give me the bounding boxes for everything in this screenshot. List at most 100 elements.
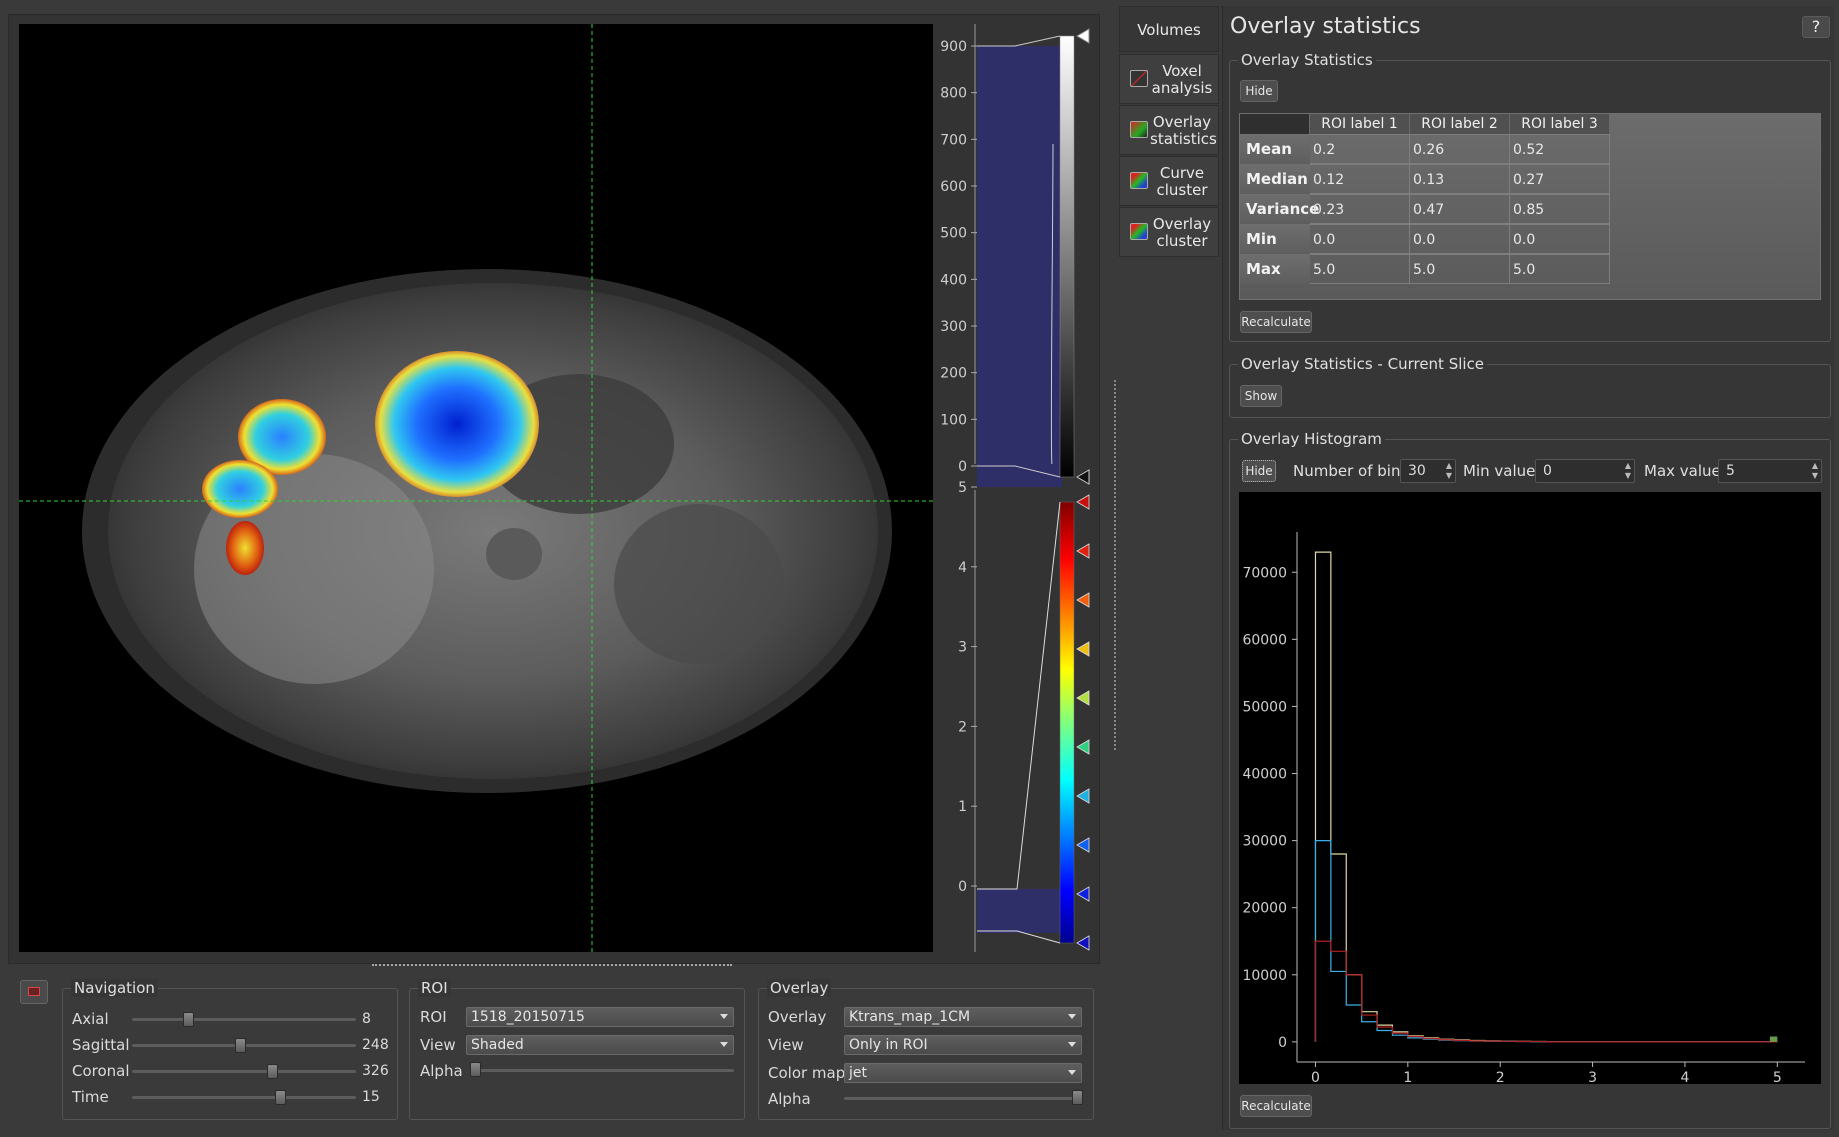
table-cell[interactable]: 0.27 bbox=[1510, 164, 1610, 194]
y-tick-label: 50000 bbox=[1242, 699, 1287, 715]
overlay-tick-label: 2 bbox=[958, 719, 967, 735]
spin-arrows-icon[interactable]: ▲ ▼ bbox=[1812, 461, 1818, 481]
x-tick-label: 3 bbox=[1588, 1070, 1597, 1084]
tab-overlay-statistics[interactable]: Overlay statistics bbox=[1119, 105, 1219, 155]
histogram-chart[interactable]: 0 10000 20000 30000 40000 50000 60000 70000 0 1 2 3… bbox=[1239, 492, 1821, 1086]
column-header-3[interactable]: ROI label 3 bbox=[1510, 114, 1610, 134]
mri-slice-image[interactable] bbox=[19, 24, 933, 952]
colormap-handle bbox=[1076, 886, 1090, 902]
table-cell[interactable]: 5.0 bbox=[1510, 254, 1610, 284]
table-cell[interactable]: 5.0 bbox=[1410, 254, 1510, 284]
table-cell[interactable]: 0.0 bbox=[1410, 224, 1510, 254]
tab-overlay-cluster[interactable]: Overlay cluster bbox=[1119, 207, 1219, 257]
x-tick-label: 0 bbox=[1311, 1070, 1320, 1084]
colormap-select[interactable]: jet bbox=[844, 1063, 1082, 1083]
colormap-handle bbox=[1076, 592, 1090, 608]
splitter-handle-horizontal[interactable] bbox=[372, 964, 732, 966]
table-cell[interactable]: 5.0 bbox=[1310, 254, 1410, 284]
nav-slider-handle[interactable] bbox=[234, 1038, 246, 1053]
column-header-2[interactable]: ROI label 2 bbox=[1410, 114, 1510, 134]
tab-voxel-analysis[interactable]: Voxel analysis bbox=[1119, 54, 1219, 104]
table-cell[interactable]: 0.2 bbox=[1310, 134, 1410, 164]
view-options-button[interactable] bbox=[20, 980, 48, 1004]
roi-view-select[interactable]: Shaded bbox=[466, 1035, 734, 1055]
volume-tick-label: 200 bbox=[940, 366, 967, 382]
nav-slider-handle[interactable] bbox=[275, 1090, 287, 1105]
min-value-spinbox[interactable]: 0 ▲ ▼ bbox=[1535, 459, 1635, 483]
volume-tick-label: 100 bbox=[940, 412, 967, 428]
overlay-histogram-fill bbox=[977, 889, 1062, 933]
volume-min-handle bbox=[1076, 469, 1090, 485]
volume-tick-label: 900 bbox=[940, 39, 967, 55]
nav-slider-handle[interactable] bbox=[183, 1012, 195, 1027]
table-cell[interactable]: 0.52 bbox=[1510, 134, 1610, 164]
overlay-alpha-slider-handle[interactable] bbox=[1072, 1090, 1083, 1105]
tab-volumes[interactable]: Volumes bbox=[1119, 6, 1219, 52]
roi-view-value: Shaded bbox=[471, 1037, 524, 1053]
y-tick-label: 40000 bbox=[1242, 767, 1287, 783]
nav-slider-handle[interactable] bbox=[266, 1064, 278, 1079]
volume-axis-ticks: 900 800 700 600 500 400 300 200 100 0 bbox=[940, 39, 977, 475]
colormap-label: Color map bbox=[768, 1064, 846, 1082]
splitter-handle-vertical[interactable] bbox=[1114, 380, 1116, 750]
chevron-down-icon bbox=[1068, 1070, 1076, 1075]
spin-arrows-icon[interactable]: ▲ ▼ bbox=[1625, 461, 1631, 481]
table-cell[interactable]: 0.23 bbox=[1310, 194, 1410, 224]
tab-curve-cluster[interactable]: Curve cluster bbox=[1119, 156, 1219, 206]
roi-select[interactable]: 1518_20150715 bbox=[466, 1007, 734, 1027]
max-value-spinbox[interactable]: 5 ▲ ▼ bbox=[1718, 459, 1822, 483]
volume-tick-label: 300 bbox=[940, 319, 967, 335]
overlay-view-select[interactable]: Only in ROI bbox=[844, 1035, 1082, 1055]
table-cell[interactable]: 0.85 bbox=[1510, 194, 1610, 224]
column-header-1[interactable]: ROI label 1 bbox=[1310, 114, 1410, 134]
volume-histogram-fill bbox=[977, 46, 1062, 487]
table-cell[interactable]: 0.12 bbox=[1310, 164, 1410, 194]
table-cell[interactable]: 0.13 bbox=[1410, 164, 1510, 194]
bins-spinbox[interactable]: 30 ▲ ▼ bbox=[1400, 459, 1456, 483]
colormap-handle bbox=[1076, 739, 1090, 755]
chevron-down-icon bbox=[1068, 1014, 1076, 1019]
navigation-group: Navigation bbox=[62, 979, 398, 1120]
histogram-recalculate-button[interactable]: Recalculate bbox=[1240, 1095, 1312, 1117]
nav-slider-time[interactable] bbox=[132, 1096, 356, 1099]
overlay-label: Overlay bbox=[768, 1008, 827, 1026]
spin-arrows-icon[interactable]: ▲ ▼ bbox=[1446, 461, 1452, 481]
histogram-hide-button[interactable]: Hide bbox=[1242, 460, 1276, 482]
chevron-down-icon bbox=[720, 1014, 728, 1019]
help-button[interactable]: ? bbox=[1802, 16, 1830, 38]
histogram-plot[interactable]: 0 10000 20000 30000 40000 50000 60000 70000 0 1 2 3… bbox=[1239, 492, 1821, 1086]
table-cell[interactable]: 0.26 bbox=[1410, 134, 1510, 164]
nav-slider-coronal[interactable] bbox=[132, 1070, 356, 1073]
stats-hide-button[interactable]: Hide bbox=[1240, 80, 1278, 102]
table-cell[interactable]: 0.47 bbox=[1410, 194, 1510, 224]
x-tick-label: 4 bbox=[1680, 1070, 1689, 1084]
current-slice-group-title: Overlay Statistics - Current Slice bbox=[1238, 355, 1488, 373]
overlay-histogram-group-title: Overlay Histogram bbox=[1238, 430, 1385, 448]
histogram-tail-bar bbox=[1769, 1036, 1778, 1042]
row-header-max: Max bbox=[1240, 254, 1310, 284]
sidebar-tabs: Volumes Voxel analysis Overlay statistic… bbox=[1119, 6, 1219, 276]
y-tick-label: 70000 bbox=[1242, 565, 1287, 581]
table-cell[interactable]: 0.0 bbox=[1310, 224, 1410, 254]
table-cell[interactable]: 0.0 bbox=[1510, 224, 1610, 254]
image-view[interactable] bbox=[19, 24, 933, 952]
overlay-color-handles bbox=[1076, 494, 1090, 951]
nav-slider-axial[interactable] bbox=[132, 1018, 356, 1021]
overlay-select[interactable]: Ktrans_map_1CM bbox=[844, 1007, 1082, 1027]
colormap-value: jet bbox=[849, 1065, 867, 1081]
volume-max-handle bbox=[1076, 28, 1090, 44]
stats-recalculate-button[interactable]: Recalculate bbox=[1240, 311, 1312, 333]
row-header-variance: Variance bbox=[1240, 194, 1319, 224]
nav-value-time: 15 bbox=[362, 1089, 380, 1105]
overlay-blob-tiny bbox=[226, 521, 264, 575]
roi-alpha-label: Alpha bbox=[420, 1062, 463, 1080]
roi-alpha-slider[interactable] bbox=[470, 1069, 734, 1072]
tab-volumes-label: Volumes bbox=[1137, 21, 1201, 39]
roi-alpha-slider-handle[interactable] bbox=[470, 1062, 481, 1077]
max-value: 5 bbox=[1726, 463, 1735, 479]
roi-group-title: ROI bbox=[418, 979, 451, 997]
overlay-alpha-slider[interactable] bbox=[844, 1097, 1082, 1100]
overlay-view-value: Only in ROI bbox=[849, 1037, 928, 1053]
nav-label-sagittal: Sagittal bbox=[72, 1036, 130, 1054]
current-slice-show-button[interactable]: Show bbox=[1240, 385, 1282, 407]
